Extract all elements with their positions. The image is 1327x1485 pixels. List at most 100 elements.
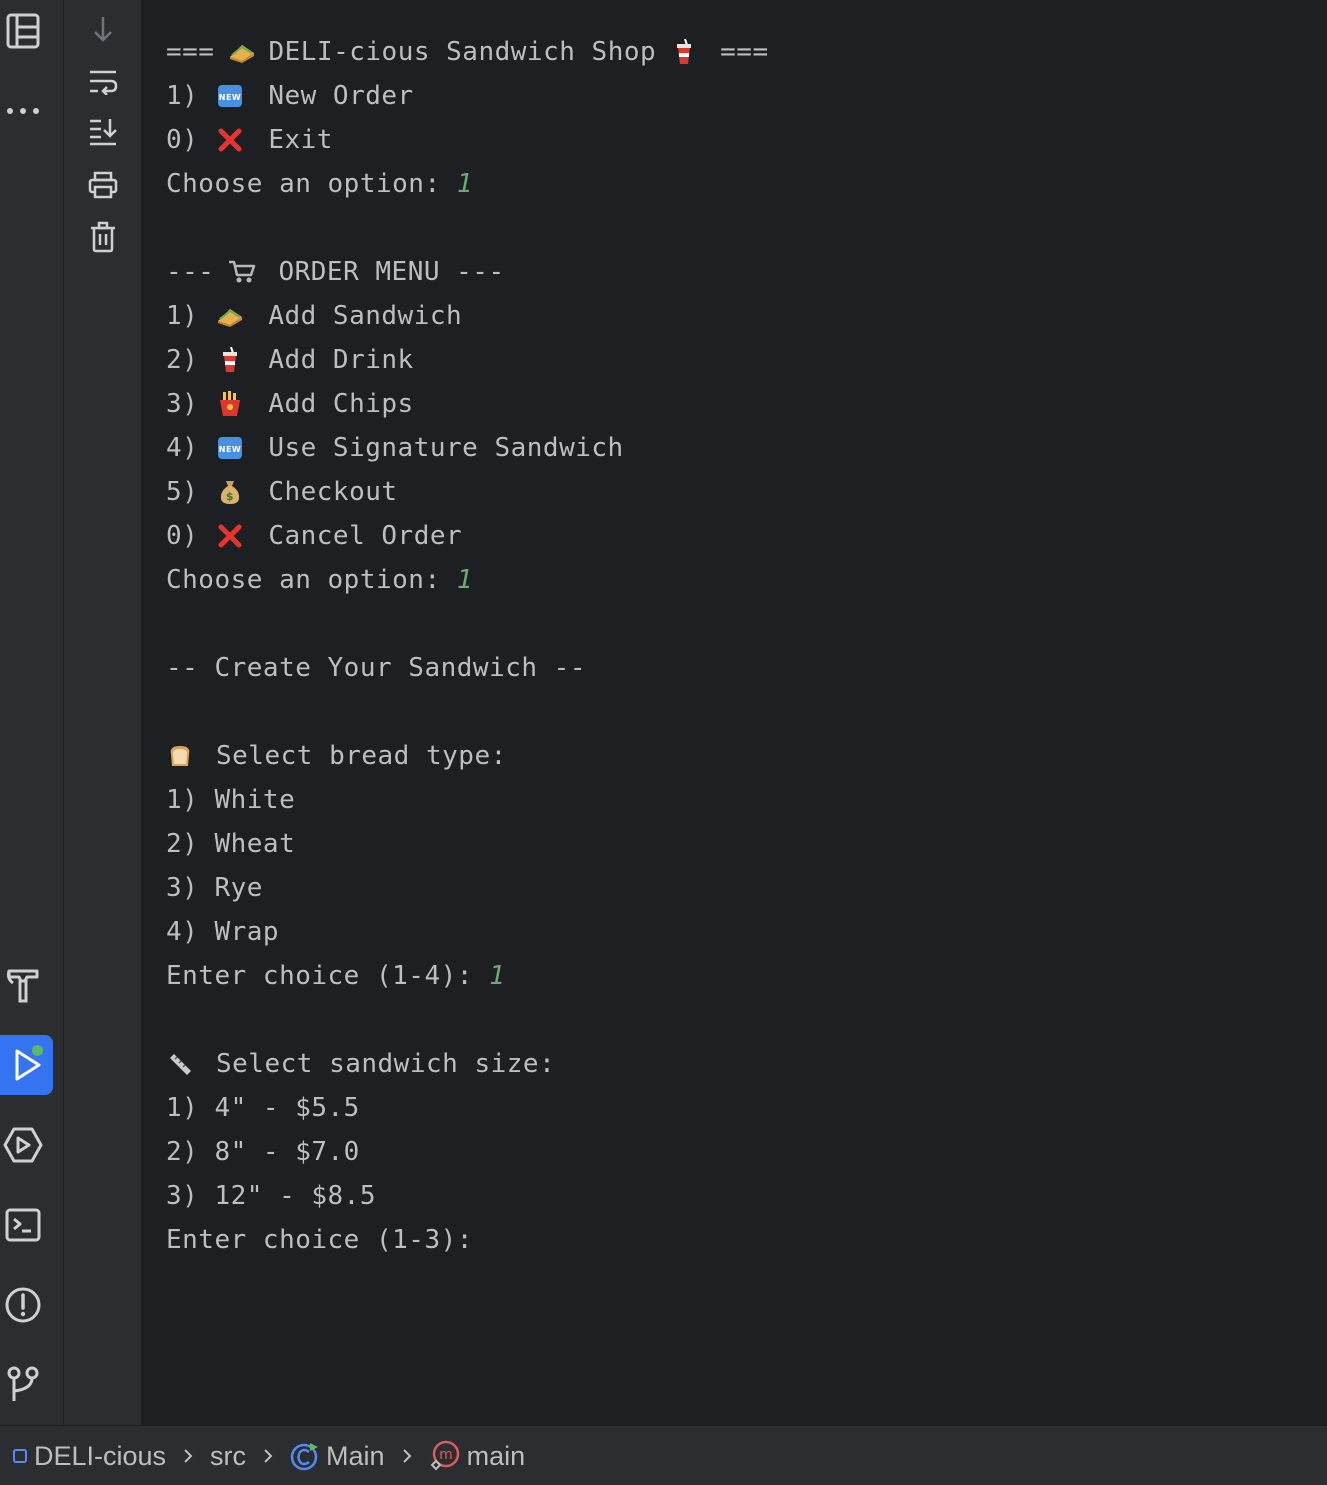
main-menu-option: 0) Exit [166,118,769,162]
option-number: 0) [166,521,199,551]
new-emoji: NEW [216,82,244,110]
order-menu-item: 3) Add Chips [166,382,769,426]
option-label: Add Drink [268,345,414,375]
problems-icon[interactable] [0,1282,46,1328]
option-number: 4) [166,433,199,463]
new-emoji: NEW [216,434,244,462]
svg-text:NEW: NEW [219,93,241,102]
chevron-right-icon [182,1447,194,1465]
bread-option: 1) White [166,778,769,822]
project-icon[interactable] [0,8,46,54]
bread-option: 2) Wheat [166,822,769,866]
run-icon[interactable] [0,1035,53,1095]
breadcrumb-label: main [466,1440,526,1471]
option-text: 4) Wrap [166,917,280,947]
order-menu-header: --- ORDER MENU --- [166,250,769,294]
order-menu-item: 2) Add Drink [166,338,769,382]
breadcrumb-project[interactable]: DELI-cious [12,1426,166,1485]
size-title: Select sandwich size: [166,1042,769,1086]
ide-window: === DELI-cious Sandwich Shop === 1) NEW … [0,0,1327,1485]
option-number: 3) [166,389,199,419]
sandwich-emoji [216,302,244,330]
bread-emoji [166,742,194,770]
header-left-marker: --- [166,257,215,287]
svg-text:$: $ [226,490,234,503]
more-icon[interactable] [0,88,46,134]
print-icon[interactable] [86,168,120,202]
user-input: 1 [456,565,473,595]
option-number: 5) [166,477,199,507]
soft-wrap-icon[interactable] [86,64,120,98]
breadcrumb-class[interactable]: Main [290,1426,385,1485]
prompt-title: Select bread type: [216,741,507,771]
size-option: 2) 8" - $7.0 [166,1130,769,1174]
console-output[interactable]: === DELI-cious Sandwich Shop === 1) NEW … [141,0,1327,1425]
option-text: 3) Rye [166,873,263,903]
shop-title: DELI-cious Sandwich Shop [268,37,657,67]
method-icon: m [429,1440,461,1472]
order-menu-title: ORDER MENU --- [278,257,505,287]
option-number: 1) [166,301,199,331]
main-menu-header: === DELI-cious Sandwich Shop === [166,30,769,74]
breadcrumb-method[interactable]: m main [429,1426,526,1485]
scroll-down-icon[interactable] [86,12,120,46]
order-menu-item: 5) $ Checkout [166,470,769,514]
option-number: 1) [166,81,199,111]
option-label: Use Signature Sandwich [268,433,624,463]
cart-emoji [228,258,256,286]
option-number: 0) [166,125,199,155]
prompt-text: Enter choice (1-4): [166,961,473,991]
option-text: 2) 8" - $7.0 [166,1137,360,1167]
user-input: 1 [489,961,506,991]
console-toolbar [64,0,141,1425]
bread-title: Select bread type: [166,734,769,778]
fries-emoji [216,390,244,418]
money-bag-emoji: $ [216,478,244,506]
build-icon[interactable] [0,962,46,1008]
bread-prompt: Enter choice (1-4): 1 [166,954,769,998]
chevron-right-icon [262,1447,274,1465]
section-title: -- Create Your Sandwich -- [166,653,586,683]
option-text: 2) Wheat [166,829,296,859]
header-left-marker: === [166,37,215,67]
svg-text:m: m [439,1447,453,1463]
cross-mark-emoji [216,522,244,550]
navigation-bar: DELI-cious src Main m main [0,1425,1327,1485]
drink-emoji [216,346,244,374]
user-input: 1 [456,169,473,199]
prompt-text: Enter choice (1-3): [166,1225,473,1255]
scroll-to-end-icon[interactable] [86,114,120,148]
order-menu-item: 4) NEW Use Signature Sandwich [166,426,769,470]
option-label: Exit [268,125,333,155]
clear-icon[interactable] [86,220,120,254]
services-icon[interactable] [0,1122,46,1168]
breadcrumb-label: Main [326,1440,385,1471]
git-icon[interactable] [0,1362,46,1408]
option-text: 3) 12" - $8.5 [166,1181,376,1211]
prompt-text: Choose an option: [166,565,441,595]
terminal-icon[interactable] [0,1202,46,1248]
prompt-title: Select sandwich size: [216,1049,556,1079]
main-menu-prompt: Choose an option: 1 [166,162,769,206]
size-option: 1) 4" - $5.5 [166,1086,769,1130]
console-lines: === DELI-cious Sandwich Shop === 1) NEW … [166,30,769,1262]
bread-option: 4) Wrap [166,910,769,954]
tool-window-stripe [0,0,64,1425]
size-option: 3) 12" - $8.5 [166,1174,769,1218]
ruler-emoji [166,1050,194,1078]
option-label: Checkout [268,477,398,507]
order-menu-prompt: Choose an option: 1 [166,558,769,602]
sandwich-emoji [228,38,256,66]
option-label: Add Sandwich [268,301,463,331]
option-text: 1) White [166,785,296,815]
size-prompt: Enter choice (1-3): [166,1218,769,1262]
prompt-text: Choose an option: [166,169,441,199]
breadcrumb-folder[interactable]: src [210,1426,246,1485]
chevron-right-icon [401,1447,413,1465]
class-icon [290,1441,320,1471]
option-label: Add Chips [268,389,414,419]
create-sandwich-header: -- Create Your Sandwich -- [166,646,769,690]
order-menu-item: 1) Add Sandwich [166,294,769,338]
